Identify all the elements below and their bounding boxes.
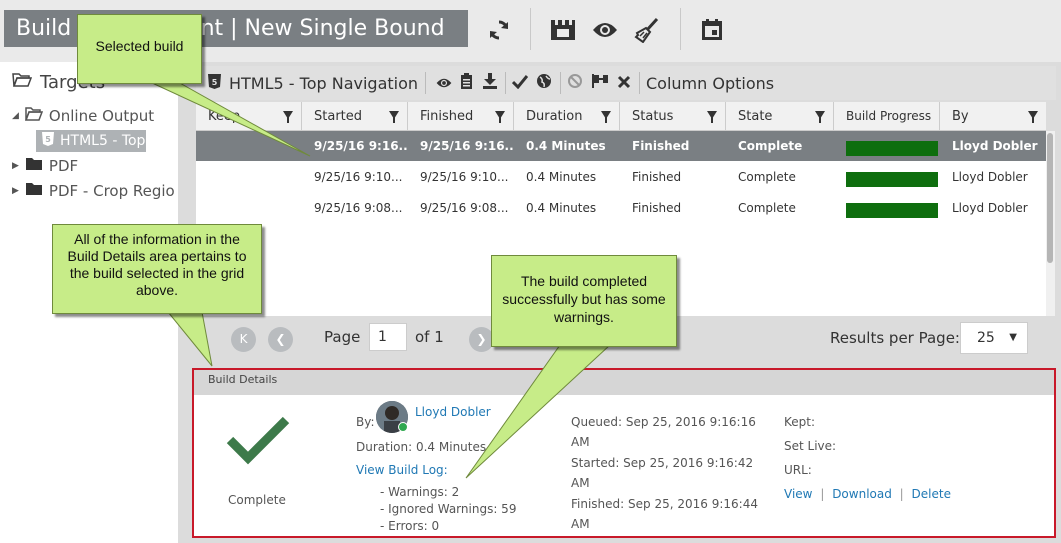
callout-text: Selected build xyxy=(95,38,184,54)
callout-details-info: All of the information in the Build Deta… xyxy=(52,224,262,314)
callout-text: The build completed successfully but has… xyxy=(502,273,666,325)
callout-selected-build: Selected build xyxy=(77,14,202,84)
callout-completed-info: The build completed successfully but has… xyxy=(491,255,677,347)
callout-text: All of the information in the Build Deta… xyxy=(67,231,247,298)
